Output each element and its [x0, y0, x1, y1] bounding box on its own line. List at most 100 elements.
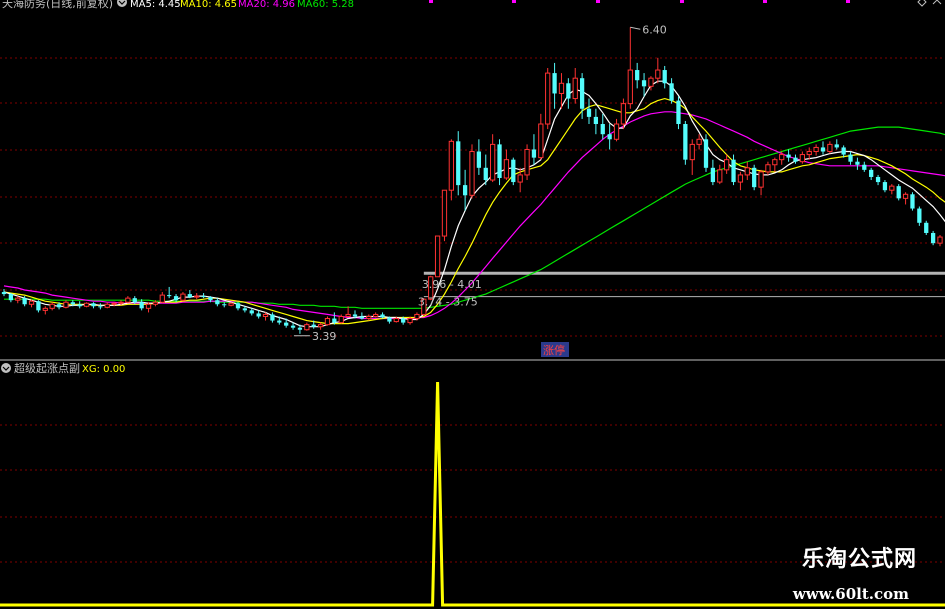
candle-body [779, 154, 785, 161]
candle-body [627, 69, 633, 105]
candle-body [159, 294, 165, 303]
candle-body [669, 83, 674, 101]
candle-body [937, 236, 943, 244]
limit-up-text: 涨停 [543, 343, 565, 357]
candle-body [401, 318, 406, 323]
candle-body [490, 143, 496, 181]
candle-body [552, 73, 557, 94]
candle-body [111, 302, 117, 305]
candle-body [256, 313, 261, 317]
candle-body [304, 324, 310, 331]
marker-dot [429, 0, 433, 3]
candle-body [834, 144, 839, 148]
indicator-settings-icon[interactable] [1, 363, 11, 373]
candle-body [338, 315, 344, 324]
candle-body [201, 296, 206, 298]
candle-body [841, 147, 846, 155]
candle-body [917, 208, 922, 223]
watermark-brand: 乐淘公式网 [801, 546, 917, 572]
candle-body [332, 318, 337, 323]
diamond-icon[interactable] [917, 0, 927, 7]
candle-body [98, 306, 103, 308]
candle-body [448, 140, 454, 191]
candle-body [8, 294, 14, 301]
candle-body [524, 148, 530, 176]
candle-body [517, 174, 523, 183]
candle-body [56, 304, 62, 308]
candle-body [696, 138, 702, 145]
candle-body [586, 108, 592, 117]
candle-body [393, 318, 399, 323]
candle-body [896, 186, 901, 199]
candle-body [345, 313, 351, 317]
candle-body [1, 292, 7, 295]
candle-body [242, 308, 248, 311]
candle-body [42, 307, 48, 311]
candle-body [83, 302, 90, 307]
candle-body [262, 313, 269, 317]
candle-body [737, 174, 744, 183]
candle-body [752, 167, 757, 188]
limit-up-tag: 涨停 [541, 342, 569, 357]
candle-body [806, 151, 812, 156]
candle-body [441, 189, 448, 237]
candle-body [380, 314, 385, 318]
marker-dot [763, 0, 767, 3]
candle-body [724, 159, 730, 171]
candle-body [924, 222, 929, 233]
candle-body [566, 83, 571, 99]
candle-body [290, 325, 296, 328]
candle-body [717, 169, 723, 183]
main-header: 天海防务(日线,前复权) MA5: 4.45 MA10: 4.65 MA20: … [2, 0, 942, 10]
candle-body [483, 167, 488, 181]
candle-body [855, 161, 860, 165]
candle-body [875, 176, 881, 183]
low-price-label: 3.39 [312, 330, 337, 343]
candle-body [104, 303, 110, 308]
candle-body [820, 147, 826, 152]
candle-body [655, 69, 661, 79]
candle-body [91, 303, 96, 307]
candle-body [511, 159, 516, 183]
candle-body [277, 320, 282, 323]
candle-body [235, 303, 241, 309]
ma10-label: MA10: 4.65 [180, 0, 237, 10]
marker-dot [680, 0, 684, 3]
candle-body [145, 303, 152, 309]
high-price-label: 6.40 [642, 23, 667, 36]
candle-body [407, 318, 413, 324]
candle-body [70, 302, 75, 305]
candle-body [180, 293, 186, 301]
candle-body [476, 151, 482, 168]
stock-chart[interactable]: 6.40 3.39 3.96 - 4.01 3.74 - 3.75 天海防务(日线,前… [0, 0, 945, 609]
candle-body [662, 70, 667, 84]
candle-body [910, 194, 915, 209]
candle-body [579, 78, 585, 109]
candle-body [228, 302, 234, 306]
candle-body [139, 302, 144, 309]
candle-body [902, 193, 909, 199]
chevron-up-icon[interactable] [932, 0, 942, 5]
candle-body [648, 77, 654, 87]
candle-body [689, 143, 695, 161]
candle-body [744, 167, 750, 176]
candle-body [758, 171, 764, 188]
candle-body [930, 232, 936, 244]
candle-body [311, 324, 316, 327]
settings-icon[interactable] [117, 0, 127, 7]
watermark-url: www.60lt.com [792, 585, 909, 603]
candle-body [558, 82, 565, 94]
candle-body [373, 313, 379, 317]
candle-body [786, 154, 791, 158]
candle-body [799, 154, 805, 163]
candle-body [848, 154, 853, 162]
candle-body [462, 185, 468, 196]
candle-body [731, 159, 736, 183]
candle-body [22, 298, 27, 305]
candle-body [456, 141, 461, 186]
candle-body [703, 139, 709, 168]
candle-body [249, 310, 254, 314]
high-pointer [630, 26, 641, 30]
candle-body [545, 72, 551, 125]
candle-body [635, 70, 640, 81]
